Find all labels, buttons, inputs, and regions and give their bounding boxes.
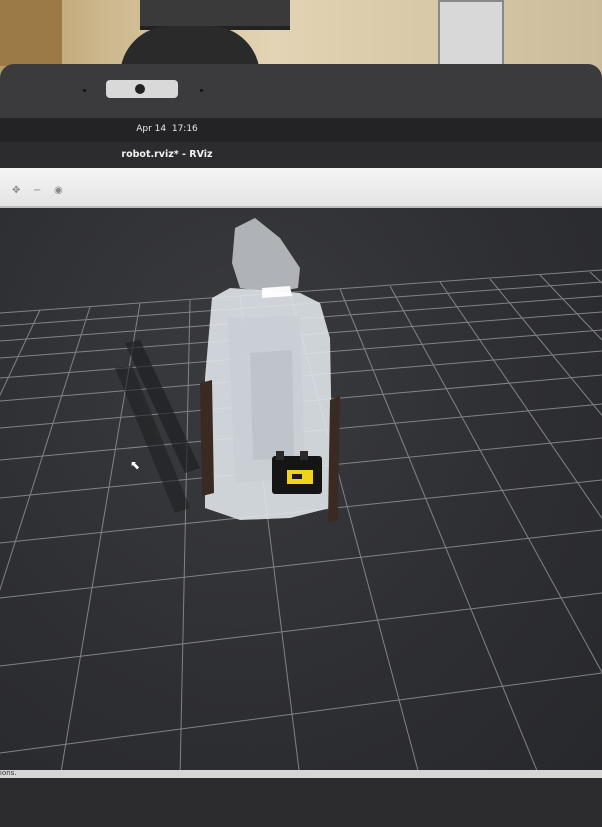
rviz-toolbar: ✥ − ◉ (0, 168, 602, 208)
sensor-dot (200, 89, 203, 92)
right-panel (328, 396, 340, 522)
left-panel (200, 380, 214, 496)
zoom-out-icon[interactable]: − (33, 185, 41, 196)
clock-date: Apr 14 (136, 124, 167, 134)
focus-icon[interactable]: ◉ (54, 185, 63, 196)
window-title: robot.rviz* - RViz (121, 149, 213, 160)
window-title-bar[interactable]: robot.rviz* - RViz (0, 142, 602, 168)
clock-time: 17:16 (171, 124, 198, 134)
screen: Apr 14 17:16 robot.rviz* - RViz ✥ − ◉ io… (0, 118, 602, 778)
clock[interactable]: Apr 14 17:16 (0, 124, 334, 134)
webcam-icon (135, 84, 145, 94)
grid-scene (0, 218, 602, 778)
wooden-shelf (0, 0, 62, 66)
3d-viewport[interactable] (0, 208, 602, 778)
status-text: ions. (0, 769, 17, 777)
robot-model (272, 451, 322, 494)
status-bar: ions. (0, 769, 602, 778)
laptop-bottom-bezel (0, 778, 602, 827)
computer-tower (438, 0, 504, 70)
mouse-cursor-icon: ⬉ (130, 458, 141, 472)
microphone-dot (83, 89, 86, 92)
system-top-bar: Apr 14 17:16 (0, 118, 602, 142)
move-camera-icon[interactable]: ✥ (12, 185, 20, 196)
